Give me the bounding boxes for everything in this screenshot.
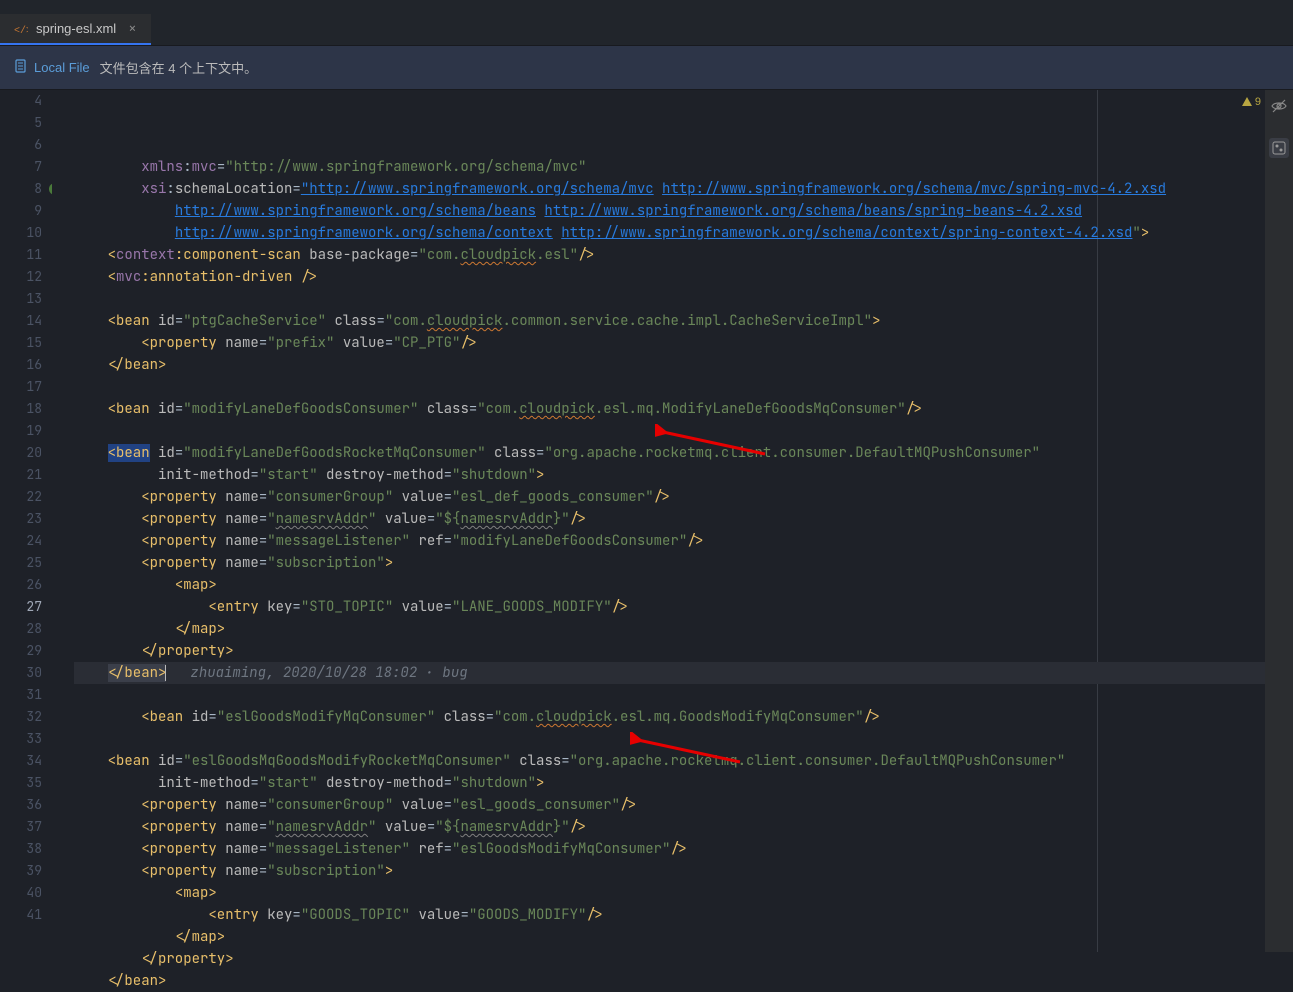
code-line[interactable]: <property name="namesrvAddr" value="${na… [74, 816, 1293, 838]
code-line[interactable] [74, 684, 1293, 706]
code-line[interactable]: xmlns:mvc="http://www.springframework.or… [74, 156, 1293, 178]
context-text: 文件包含在 4 个上下文中。 [100, 58, 257, 77]
editor-area: 4567891011121314151617181920212223242526… [0, 90, 1293, 952]
line-number[interactable]: 9 [0, 200, 42, 222]
code-line[interactable]: </bean>zhuaiming, 2020/10/28 18:02 · bug [74, 662, 1293, 684]
code-line[interactable]: <property name="consumerGroup" value="es… [74, 486, 1293, 508]
code-line[interactable]: </property> [74, 948, 1293, 970]
code-line[interactable] [74, 420, 1293, 442]
line-number[interactable]: 22 [0, 486, 42, 508]
line-number[interactable]: 11 [0, 244, 42, 266]
window-top-margin [0, 0, 1293, 14]
code-line[interactable] [74, 376, 1293, 398]
line-number[interactable]: 14 [0, 310, 42, 332]
line-number[interactable]: 33 [0, 728, 42, 750]
line-number[interactable]: 35 [0, 772, 42, 794]
local-file-label: Local File [34, 60, 90, 75]
line-number[interactable]: 8 [0, 178, 42, 200]
notification-bar: Local File 文件包含在 4 个上下文中。 [0, 46, 1293, 90]
editor-tab-bar: </> spring-esl.xml × [0, 14, 1293, 46]
line-number[interactable]: 26 [0, 574, 42, 596]
problems-badge[interactable]: 9 [1241, 96, 1261, 108]
code-line[interactable]: <bean id="eslGoodsModifyMqConsumer" clas… [74, 706, 1293, 728]
line-number[interactable]: 10 [0, 222, 42, 244]
line-number[interactable]: 29 [0, 640, 42, 662]
line-number[interactable]: 28 [0, 618, 42, 640]
line-number[interactable]: 31 [0, 684, 42, 706]
line-number[interactable]: 12 [0, 266, 42, 288]
line-number[interactable]: 40 [0, 882, 42, 904]
svg-text:</>: </> [14, 25, 28, 36]
code-line[interactable]: <bean id="ptgCacheService" class="com.cl… [74, 310, 1293, 332]
code-line[interactable]: <bean id="eslGoodsMqGoodsModifyRocketMqC… [74, 750, 1293, 772]
line-number[interactable]: 20 [0, 442, 42, 464]
right-gutter [1265, 90, 1293, 952]
local-file-link[interactable]: Local File [14, 59, 90, 76]
code-line[interactable]: init-method="start" destroy-method="shut… [74, 464, 1293, 486]
line-number[interactable]: 13 [0, 288, 42, 310]
reader-mode-icon[interactable] [1269, 96, 1289, 116]
line-number[interactable]: 6 [0, 134, 42, 156]
tab-label: spring-esl.xml [36, 21, 116, 36]
line-number[interactable]: 19 [0, 420, 42, 442]
line-number[interactable]: 25 [0, 552, 42, 574]
line-number[interactable]: 34 [0, 750, 42, 772]
line-number[interactable]: 41 [0, 904, 42, 926]
inspection-icon[interactable] [1269, 138, 1289, 158]
line-number[interactable]: 27 [0, 596, 42, 618]
code-line[interactable]: </map> [74, 618, 1293, 640]
line-number[interactable]: 38 [0, 838, 42, 860]
vcs-annotation: zhuaiming, 2020/10/28 18:02 · bug [166, 664, 467, 682]
line-number[interactable]: 18 [0, 398, 42, 420]
code-line[interactable]: <property name="prefix" value="CP_PTG"/> [74, 332, 1293, 354]
code-line[interactable]: http://www.springframework.org/schema/co… [74, 222, 1293, 244]
code-line[interactable]: <bean id="modifyLaneDefGoodsRocketMqCons… [74, 442, 1293, 464]
code-line[interactable]: <mvc:annotation-driven /> [74, 266, 1293, 288]
code-line[interactable]: <property name="subscription"> [74, 552, 1293, 574]
line-number[interactable]: 5 [0, 112, 42, 134]
code-line[interactable]: xsi:schemaLocation="http://www.springfra… [74, 178, 1293, 200]
line-number[interactable]: 39 [0, 860, 42, 882]
code-line[interactable]: <property name="messageListener" ref="es… [74, 838, 1293, 860]
line-number[interactable]: 17 [0, 376, 42, 398]
code-line[interactable]: <map> [74, 574, 1293, 596]
close-tab-icon[interactable]: × [124, 20, 140, 38]
code-line[interactable] [74, 728, 1293, 750]
code-line[interactable]: <context:component-scan base-package="co… [74, 244, 1293, 266]
code-line[interactable] [74, 288, 1293, 310]
code-line[interactable]: <property name="subscription"> [74, 860, 1293, 882]
line-number[interactable]: 36 [0, 794, 42, 816]
code-line[interactable]: <property name="messageListener" ref="mo… [74, 530, 1293, 552]
code-line[interactable]: <property name="consumerGroup" value="es… [74, 794, 1293, 816]
line-number[interactable]: 37 [0, 816, 42, 838]
code-editor[interactable]: xmlns:mvc="http://www.springframework.or… [52, 90, 1293, 952]
code-line[interactable]: <entry key="GOODS_TOPIC" value="GOODS_MO… [74, 904, 1293, 926]
line-number-gutter[interactable]: 4567891011121314151617181920212223242526… [0, 90, 52, 952]
line-number[interactable]: 24 [0, 530, 42, 552]
code-line[interactable]: </bean> [74, 970, 1293, 992]
code-line[interactable]: <entry key="STO_TOPIC" value="LANE_GOODS… [74, 596, 1293, 618]
line-number[interactable]: 7 [0, 156, 42, 178]
code-line[interactable]: <property name="namesrvAddr" value="${na… [74, 508, 1293, 530]
editor-tab[interactable]: </> spring-esl.xml × [0, 14, 151, 45]
code-line[interactable]: </property> [74, 640, 1293, 662]
xml-file-icon: </> [14, 22, 28, 36]
code-line[interactable]: http://www.springframework.org/schema/be… [74, 200, 1293, 222]
line-number[interactable]: 16 [0, 354, 42, 376]
code-line[interactable]: init-method="start" destroy-method="shut… [74, 772, 1293, 794]
line-number[interactable]: 4 [0, 90, 42, 112]
line-number[interactable]: 30 [0, 662, 42, 684]
code-line[interactable]: </map> [74, 926, 1293, 948]
line-number[interactable]: 21 [0, 464, 42, 486]
line-number[interactable]: 32 [0, 706, 42, 728]
code-line[interactable]: <map> [74, 882, 1293, 904]
file-icon [14, 59, 28, 76]
line-number[interactable]: 23 [0, 508, 42, 530]
code-line[interactable]: </bean> [74, 354, 1293, 376]
line-number[interactable]: 15 [0, 332, 42, 354]
code-line[interactable]: <bean id="modifyLaneDefGoodsConsumer" cl… [74, 398, 1293, 420]
